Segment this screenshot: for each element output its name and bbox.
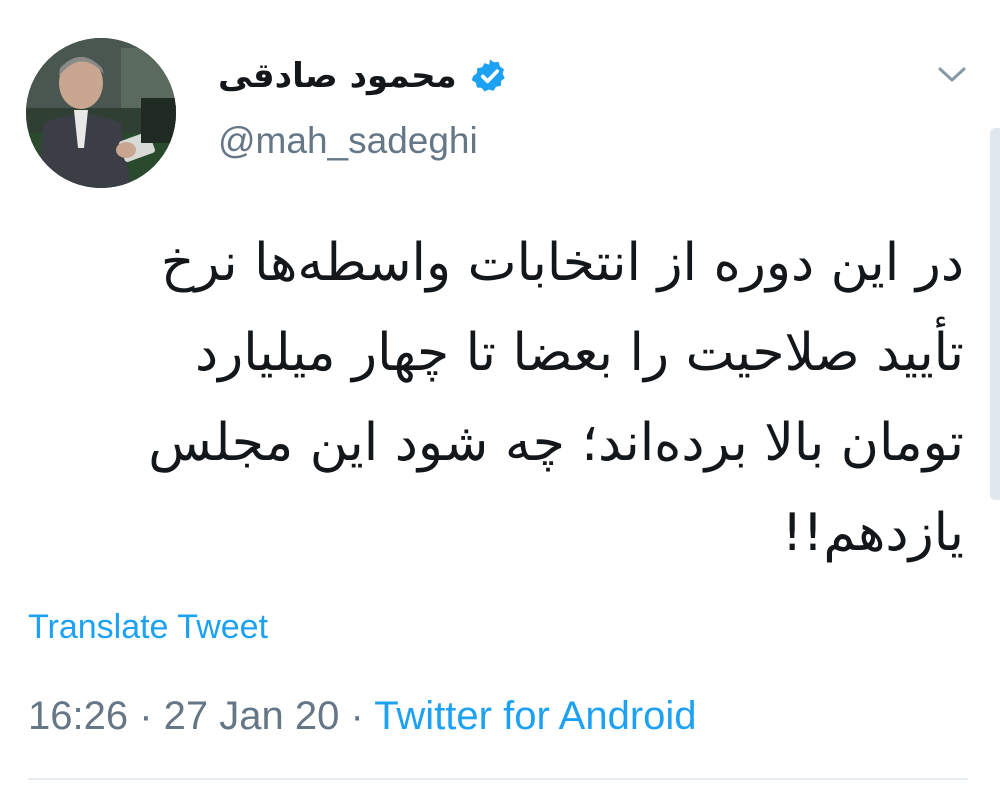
scrollbar[interactable] xyxy=(990,128,1000,500)
meta-separator: · xyxy=(339,694,375,738)
avatar[interactable] xyxy=(26,38,176,188)
meta-separator: · xyxy=(128,694,164,738)
tweet-text-line: تومان بالا برده‌اند؛ چه شود این مجلس xyxy=(148,413,964,473)
tweet-text-line: یازدهم!! xyxy=(781,503,964,563)
tweet-source-link[interactable]: Twitter for Android xyxy=(374,694,696,738)
tweet-detail-view: محمود صادقی @mah_sadeghi در این دوره از … xyxy=(0,0,1000,787)
display-name[interactable]: محمود صادقی xyxy=(218,59,457,93)
tweet-text: در این دوره از انتخابات واسطه‌ها نرخ تأی… xyxy=(34,218,964,578)
divider xyxy=(28,778,968,780)
tweet-text-line: تأیید صلاحیت را بعضا تا چهار میلیارد xyxy=(194,323,964,383)
tweet-menu-button[interactable] xyxy=(930,58,974,92)
tweet-time: 16:26 xyxy=(28,694,129,738)
author-name-row[interactable]: محمود صادقی xyxy=(218,48,509,104)
verified-badge-icon xyxy=(471,59,505,92)
chevron-down-icon xyxy=(938,67,966,82)
tweet-date: 27 Jan 20 xyxy=(163,694,340,738)
tweet-metadata: 16:26 · 27 Jan 20 · Twitter for Android xyxy=(28,696,697,736)
tweet-text-line: در این دوره از انتخابات واسطه‌ها نرخ xyxy=(160,233,964,293)
avatar-photo xyxy=(26,38,176,188)
user-handle[interactable]: @mah_sadeghi xyxy=(218,122,478,159)
translate-tweet-link[interactable]: Translate Tweet xyxy=(28,610,268,644)
